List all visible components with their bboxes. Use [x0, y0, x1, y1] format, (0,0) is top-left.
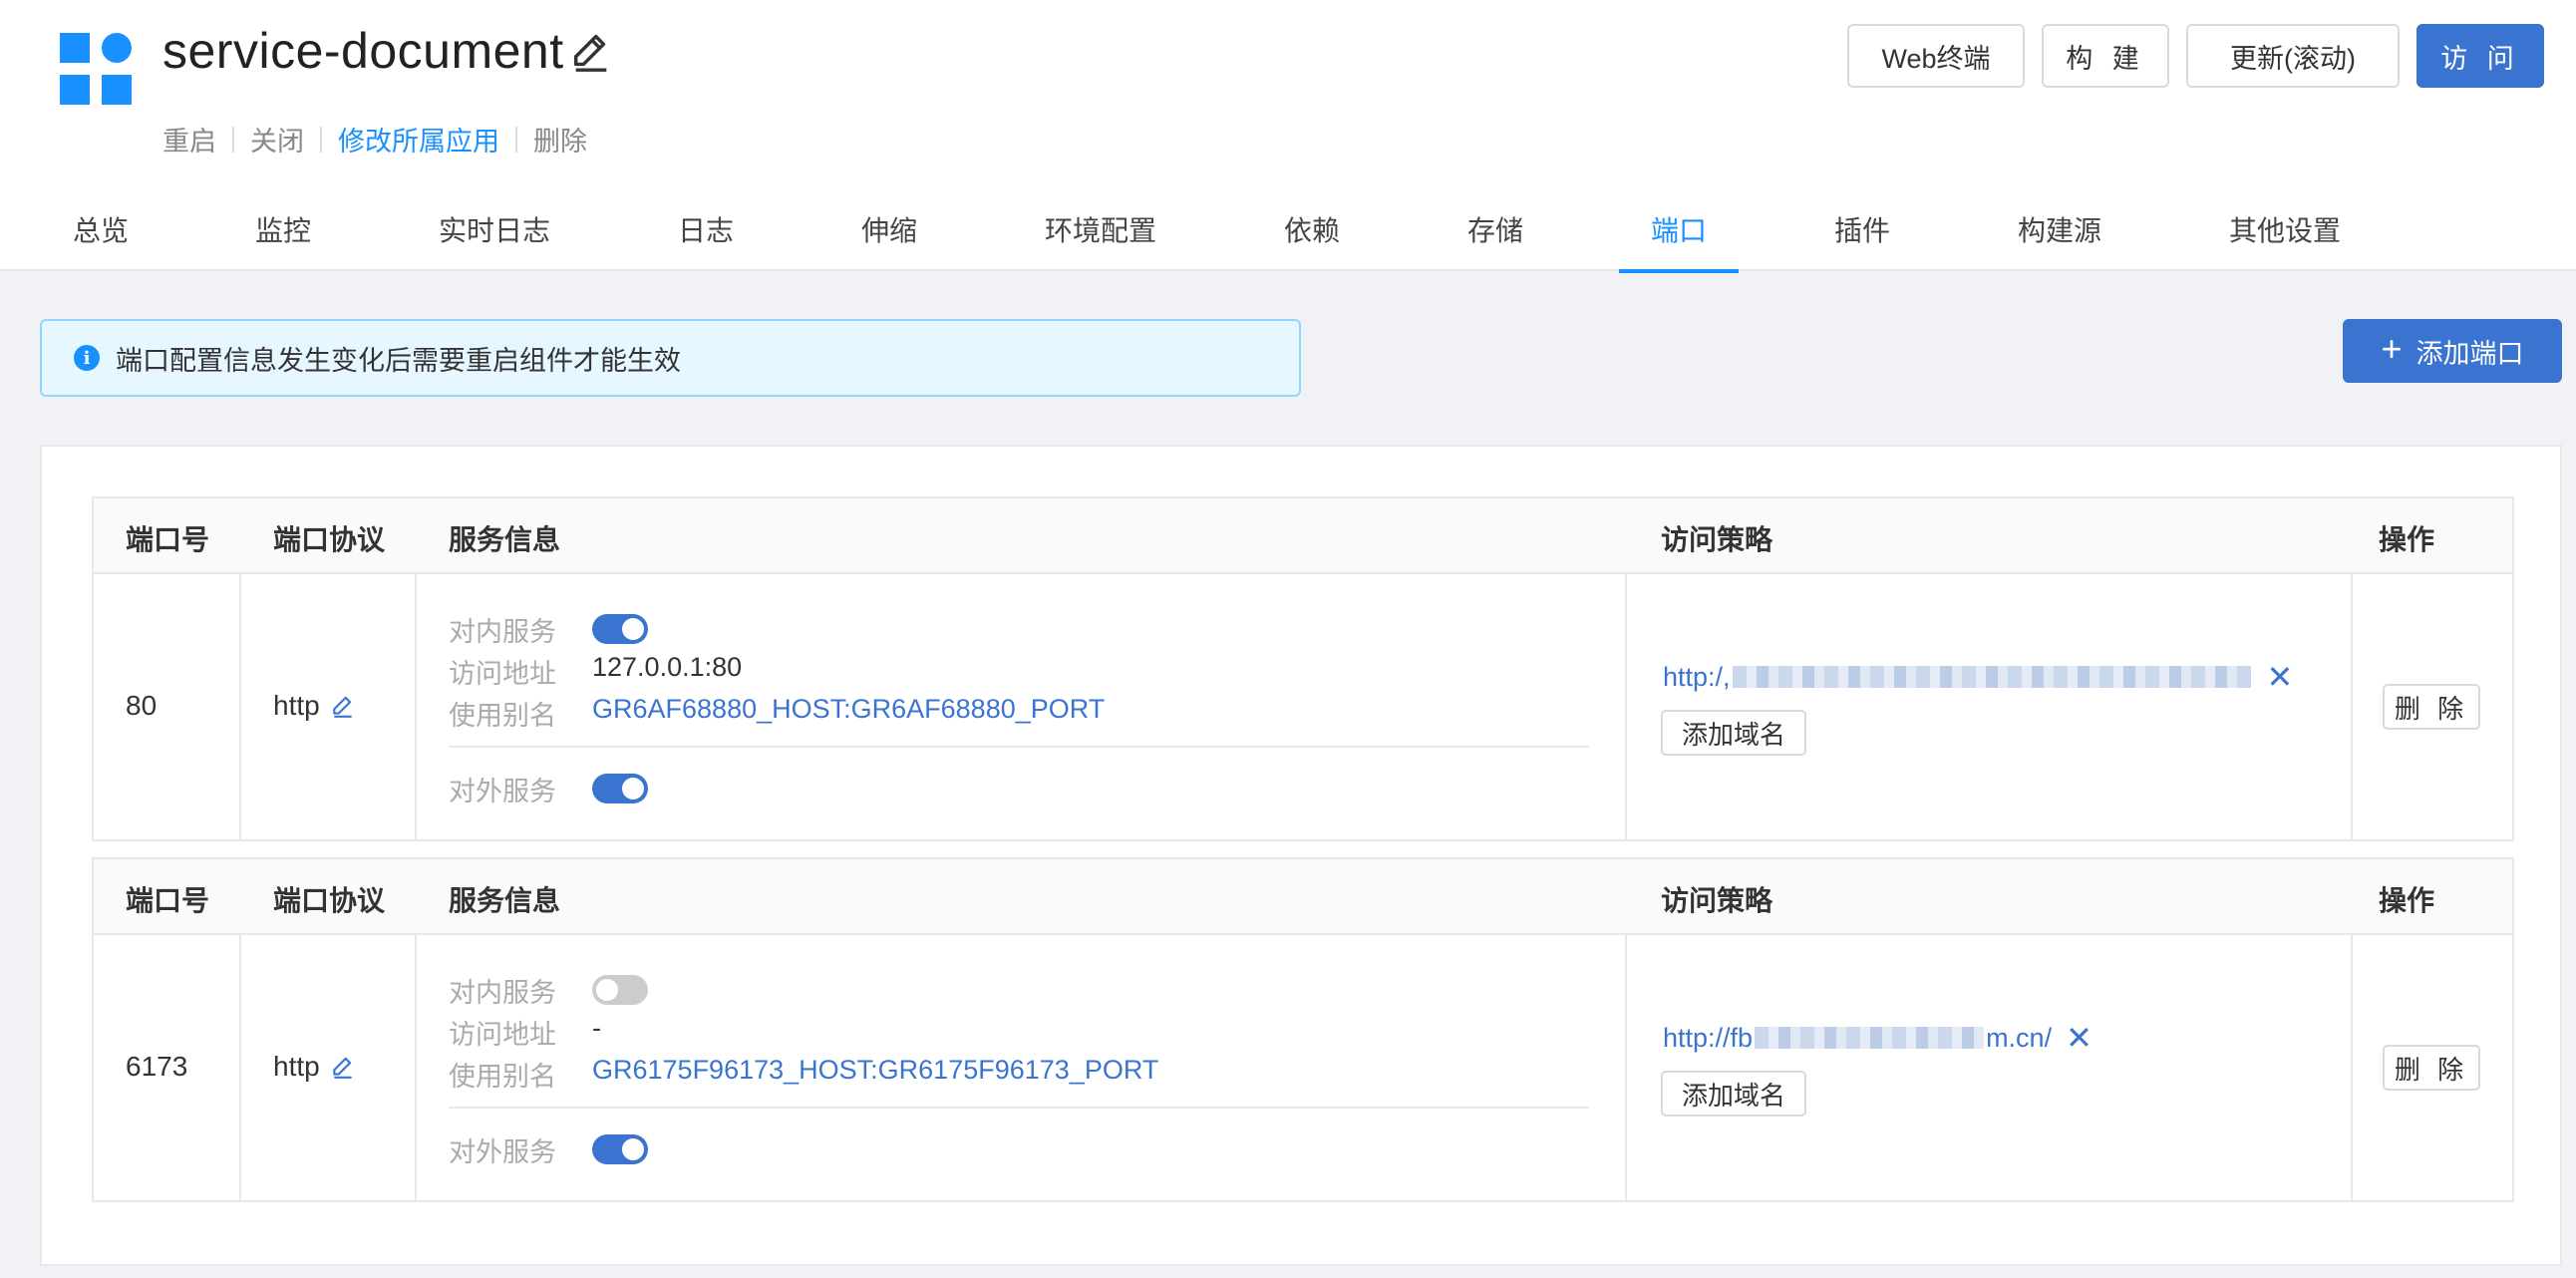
delete-port-button[interactable]: 删 除: [2383, 684, 2480, 730]
redacted-url-block: [1755, 1027, 1985, 1049]
outer-service-toggle[interactable]: [592, 1134, 648, 1164]
col-service: 服务信息: [449, 885, 561, 916]
tab-monitor[interactable]: 监控: [255, 195, 311, 271]
delete-link[interactable]: 删除: [533, 120, 587, 159]
tab-build-source[interactable]: 构建源: [2018, 195, 2101, 271]
col-access: 访问策略: [1661, 885, 1773, 916]
app-header: service-document 重启 关闭 修改所属应用 删除 Web终端 构…: [0, 0, 2576, 273]
alias-link[interactable]: GR6175F96173_HOST:GR6175F96173_PORT: [592, 1055, 1158, 1086]
app-title: service-document: [162, 23, 564, 79]
edit-protocol-icon[interactable]: [330, 693, 356, 719]
inner-service-label: 对内服务: [449, 978, 556, 1008]
remove-domain-icon[interactable]: ✕: [2066, 1019, 2093, 1057]
delete-port-button[interactable]: 删 除: [2383, 1045, 2480, 1091]
protocol-cell: http: [273, 1051, 356, 1083]
access-url-link[interactable]: http://fb: [1663, 1023, 1753, 1054]
col-port: 端口号: [126, 524, 210, 555]
col-ops: 操作: [2379, 524, 2435, 555]
tab-env-config[interactable]: 环境配置: [1045, 195, 1156, 271]
inner-service-toggle[interactable]: [592, 614, 648, 644]
tab-storage[interactable]: 存储: [1467, 195, 1523, 271]
access-url-link[interactable]: http:/,: [1663, 662, 1731, 693]
info-alert: i 端口配置信息发生变化后需要重启组件才能生效: [40, 319, 1301, 397]
outer-service-toggle[interactable]: [592, 774, 648, 803]
access-url-line: http://fb m.cn/ ✕: [1663, 1019, 2093, 1057]
access-addr-value: 127.0.0.1:80: [592, 652, 743, 682]
tab-log[interactable]: 日志: [678, 195, 734, 271]
add-port-label: 添加端口: [2415, 338, 2524, 369]
rolling-update-button[interactable]: 更新(滚动): [2186, 24, 2400, 88]
web-terminal-button[interactable]: Web终端: [1847, 24, 2025, 88]
top-button-group: Web终端 构 建 更新(滚动) 访 问: [1847, 24, 2544, 88]
protocol-value: http: [273, 690, 320, 721]
alias-link[interactable]: GR6AF68880_HOST:GR6AF68880_PORT: [592, 694, 1105, 725]
edit-title-icon[interactable]: [568, 28, 614, 74]
info-alert-text: 端口配置信息发生变化后需要重启组件才能生效: [116, 345, 681, 376]
tab-dependency[interactable]: 依赖: [1284, 195, 1340, 271]
protocol-value: http: [273, 1051, 320, 1082]
inner-service-toggle[interactable]: [592, 975, 648, 1005]
redacted-url-block: [1732, 666, 2251, 688]
tab-plugin[interactable]: 插件: [1834, 195, 1890, 271]
access-url-line: http:/, ✕: [1663, 658, 2293, 696]
port-table: 端口号 端口协议 服务信息 访问策略 操作 80 http 对内服务 访问地址 …: [92, 496, 2514, 841]
port-table: 端口号 端口协议 服务信息 访问策略 操作 6173 http 对内服务 访问地…: [92, 857, 2514, 1202]
divider: [515, 126, 517, 153]
table-row: 80 http 对内服务 访问地址 127.0.0.1:80 使用别名 GR6A…: [94, 574, 2512, 839]
col-ops: 操作: [2379, 885, 2435, 916]
info-icon: i: [74, 345, 100, 371]
tab-bar: 总览 监控 实时日志 日志 伸缩 环境配置 依赖 存储 端口 插件 构建源 其他…: [0, 195, 2576, 273]
visit-button[interactable]: 访 问: [2416, 24, 2544, 88]
col-access: 访问策略: [1661, 524, 1773, 555]
access-addr-label: 访问地址: [449, 659, 556, 689]
table-row: 6173 http 对内服务 访问地址 - 使用别名 GR6175F96173_…: [94, 935, 2512, 1200]
modify-app-link[interactable]: 修改所属应用: [338, 120, 499, 159]
divider: [449, 1107, 1589, 1109]
outer-service-label: 对外服务: [449, 1137, 556, 1167]
access-addr-label: 访问地址: [449, 1020, 556, 1050]
outer-service-label: 对外服务: [449, 777, 556, 806]
alias-label: 使用别名: [449, 1062, 556, 1092]
protocol-cell: http: [273, 690, 356, 722]
col-port: 端口号: [126, 885, 210, 916]
restart-link[interactable]: 重启: [162, 120, 216, 159]
build-button[interactable]: 构 建: [2042, 24, 2169, 88]
col-service: 服务信息: [449, 524, 561, 555]
title-row: service-document: [162, 22, 614, 80]
col-protocol: 端口协议: [273, 885, 386, 916]
close-link[interactable]: 关闭: [250, 120, 304, 159]
tab-other-settings[interactable]: 其他设置: [2229, 195, 2341, 271]
access-url-suffix: m.cn/: [1986, 1022, 2053, 1053]
inner-service-label: 对内服务: [449, 617, 556, 647]
port-number: 6173: [126, 1051, 188, 1082]
divider: [449, 746, 1589, 748]
port-card: 端口号 端口协议 服务信息 访问策略 操作 80 http 对内服务 访问地址 …: [40, 445, 2562, 1266]
add-port-button[interactable]: + 添加端口: [2343, 319, 2562, 383]
access-addr-value: -: [592, 1013, 601, 1043]
col-protocol: 端口协议: [273, 524, 386, 555]
tab-port[interactable]: 端口: [1618, 195, 1740, 273]
tab-overview[interactable]: 总览: [73, 195, 129, 271]
tab-scaling[interactable]: 伸缩: [861, 195, 917, 271]
port-number: 80: [126, 690, 158, 721]
table-header: 端口号 端口协议 服务信息 访问策略 操作: [94, 859, 2512, 935]
app-logo-icon: [60, 33, 132, 105]
divider: [320, 126, 322, 153]
edit-protocol-icon[interactable]: [330, 1054, 356, 1080]
plus-icon: +: [2381, 328, 2403, 369]
add-domain-button[interactable]: 添加域名: [1661, 710, 1806, 756]
alias-label: 使用别名: [449, 701, 556, 731]
tab-realtime-log[interactable]: 实时日志: [439, 195, 550, 271]
table-header: 端口号 端口协议 服务信息 访问策略 操作: [94, 498, 2512, 574]
remove-domain-icon[interactable]: ✕: [2267, 658, 2294, 696]
add-domain-button[interactable]: 添加域名: [1661, 1071, 1806, 1117]
divider: [232, 126, 234, 153]
header-actions: 重启 关闭 修改所属应用 删除: [162, 120, 587, 159]
